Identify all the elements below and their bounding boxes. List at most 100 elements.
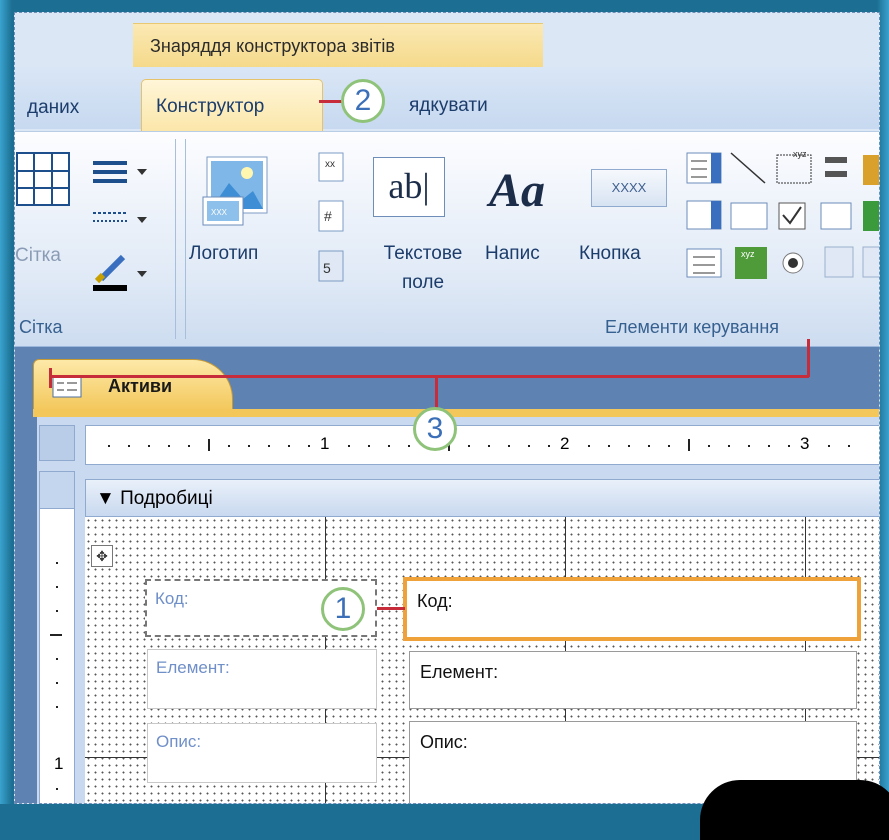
label-element-text: Елемент: xyxy=(156,658,230,677)
controls-gallery[interactable]: xyz xyz xyxy=(685,149,880,299)
label-button-label: Напис xyxy=(485,243,540,264)
ruler-mark xyxy=(408,445,410,447)
ruler-mark xyxy=(188,445,190,447)
ruler-mark xyxy=(648,445,650,447)
subform-icon xyxy=(686,248,722,278)
callout-1-leader xyxy=(377,607,405,610)
layout-selector-icon[interactable]: ✥ xyxy=(91,545,113,567)
combo-box-icon xyxy=(686,152,722,184)
ruler-mark xyxy=(788,445,790,447)
tab-external-data[interactable]: даних xyxy=(27,97,79,119)
tab-control-icon xyxy=(824,246,854,278)
ruler-mark xyxy=(608,445,610,447)
ruler-mark xyxy=(848,445,850,447)
label-description[interactable]: Опис: xyxy=(147,723,377,783)
detail-section-header[interactable]: ▼︎ Подробиці xyxy=(85,479,879,517)
gridlines-icon[interactable] xyxy=(15,149,73,209)
list-box-icon xyxy=(686,200,722,230)
ruler-mark xyxy=(688,439,690,451)
vertical-ruler: 1 xyxy=(39,471,75,803)
attachment-icon xyxy=(862,246,879,278)
textbox-label-line1: Текстове xyxy=(383,243,463,264)
ruler-mark xyxy=(208,439,210,451)
ruler-mark xyxy=(388,445,390,447)
textbox-description-text: Опис: xyxy=(420,732,468,752)
textbox-label-line2: поле xyxy=(401,272,445,293)
svg-text:5: 5 xyxy=(323,260,331,276)
ruler-mark xyxy=(548,445,550,447)
corner-decoration xyxy=(700,780,889,840)
horizontal-ruler: 1 2 3 xyxy=(85,425,879,465)
report-selector[interactable] xyxy=(39,425,75,461)
option-button-icon xyxy=(782,252,804,274)
ruler-number: 2 xyxy=(560,434,570,453)
document-tab-strip xyxy=(33,409,879,417)
chart-icon xyxy=(863,155,879,185)
ruler-mark xyxy=(768,445,770,447)
ruler-mark xyxy=(468,445,470,447)
access-report-designer-screenshot: Знаряддя конструктора звітів даних Конст… xyxy=(14,12,880,804)
header-footer-icons[interactable]: xx # 5 xyxy=(315,151,351,289)
ruler-mark xyxy=(348,445,350,447)
callout-1: 1 xyxy=(321,587,365,631)
report-tab-assets[interactable]: Активи xyxy=(33,359,233,411)
textbox-element[interactable]: Елемент: xyxy=(409,651,857,709)
ruler-mark xyxy=(268,445,270,447)
line-thickness-icon[interactable] xyxy=(93,159,159,189)
ruler-mark xyxy=(728,445,730,447)
controls-group-label: Елементи керування xyxy=(605,317,780,337)
button-control-label: Кнопка xyxy=(579,243,641,264)
textbox-code[interactable]: Код: xyxy=(403,577,861,641)
callout-3-leader xyxy=(49,375,809,378)
textbox-code-text: Код: xyxy=(417,591,453,611)
svg-text:xyz: xyz xyxy=(793,149,807,159)
section-selector[interactable] xyxy=(39,471,75,509)
group-separator xyxy=(185,139,186,339)
rectangle-icon xyxy=(730,202,768,230)
tab-design[interactable]: Конструктор xyxy=(141,79,323,133)
checkbox-icon xyxy=(778,202,806,230)
label-element[interactable]: Елемент: xyxy=(147,649,377,709)
logo-icon[interactable]: XXX xyxy=(201,153,271,229)
ruler-number: 3 xyxy=(800,434,810,453)
ruler-mark xyxy=(368,445,370,447)
svg-text:xyz: xyz xyxy=(741,249,755,259)
ruler-number: 1 xyxy=(320,434,330,453)
ruler-mark xyxy=(168,445,170,447)
label-icon[interactable]: Aa xyxy=(489,163,545,218)
ruler-mark xyxy=(308,445,310,447)
page-break-icon xyxy=(825,157,847,177)
tab-design-label: Конструктор xyxy=(156,96,265,117)
tab-arrange[interactable]: ядкувати xyxy=(409,95,488,117)
label-description-text: Опис: xyxy=(156,732,202,751)
ruler-mark xyxy=(628,445,630,447)
report-tab-title: Активи xyxy=(108,376,173,396)
ruler-mark xyxy=(508,445,510,447)
ruler-mark xyxy=(248,445,250,447)
ruler-mark xyxy=(288,445,290,447)
ruler-mark xyxy=(228,445,230,447)
ruler-mark xyxy=(128,445,130,447)
callout-3-leader xyxy=(49,368,52,388)
line-type-icon[interactable] xyxy=(93,207,159,233)
section-title-text: Подробиці xyxy=(120,488,213,509)
contextual-tab-group: Знаряддя конструктора звітів xyxy=(133,23,543,68)
option-group-icon: xyz xyxy=(776,149,812,184)
ruler-mark xyxy=(668,445,670,447)
callout-2: 2 xyxy=(341,79,385,123)
button-control-icon[interactable]: XXXX xyxy=(591,169,667,207)
svg-text:#: # xyxy=(324,208,332,224)
svg-text:xx: xx xyxy=(325,159,335,170)
detail-section-title: ▼︎ Подробиці xyxy=(96,488,213,509)
ruler-mark xyxy=(708,445,710,447)
textbox-element-text: Елемент: xyxy=(420,662,499,682)
ruler-mark xyxy=(488,445,490,447)
ruler-mark xyxy=(148,445,150,447)
line-color-icon[interactable] xyxy=(93,253,159,293)
bound-object-icon xyxy=(820,202,852,230)
label-code-text: Код: xyxy=(155,589,189,608)
image-icon xyxy=(863,201,879,231)
line-icon xyxy=(730,152,766,184)
callout-3: 3 xyxy=(413,407,457,451)
textbox-icon[interactable]: ab| xyxy=(373,157,445,217)
